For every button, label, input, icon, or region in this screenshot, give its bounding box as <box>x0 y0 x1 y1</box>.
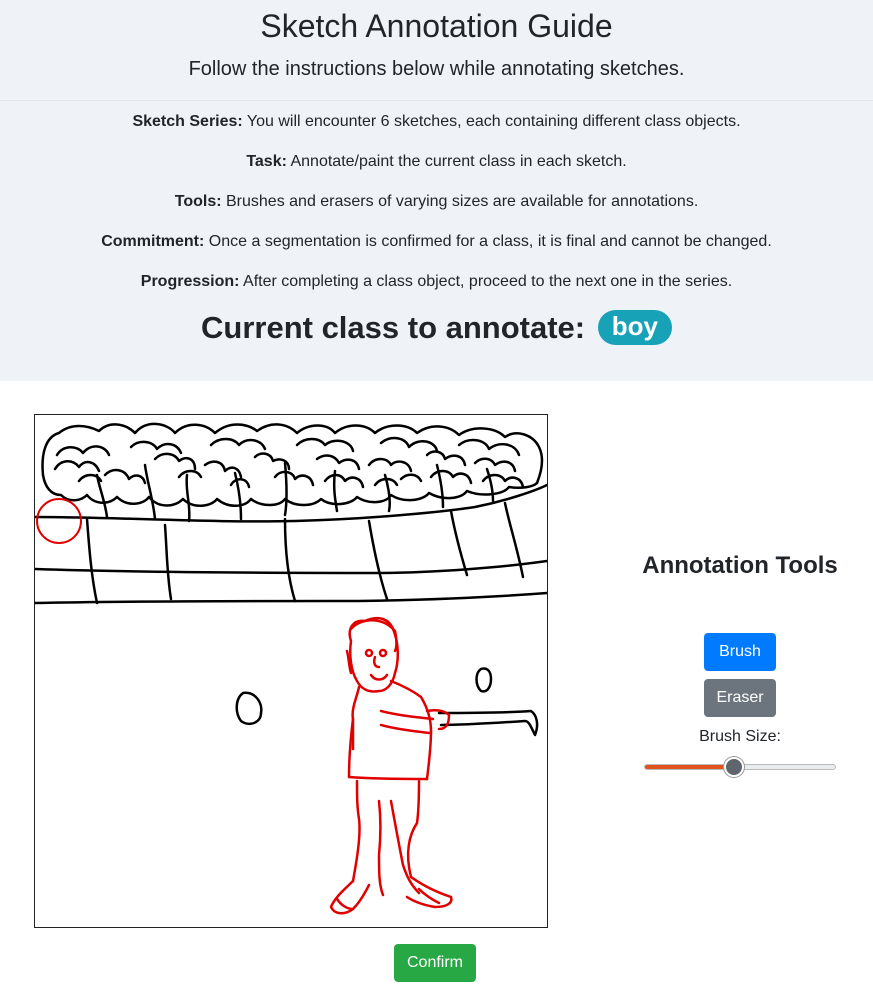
eraser-button[interactable]: Eraser <box>704 679 776 717</box>
instruction-sketch-series: Sketch Series: You will encounter 6 sket… <box>0 113 873 131</box>
instruction-text: Brushes and erasers of varying sizes are… <box>226 193 699 210</box>
brush-size-slider-thumb[interactable] <box>724 757 745 777</box>
annotation-tools-heading: Annotation Tools <box>642 552 838 579</box>
sketch-canvas[interactable] <box>34 414 548 928</box>
page-title: Sketch Annotation Guide <box>260 8 613 44</box>
sketch-background-lines <box>35 422 547 737</box>
instruction-label: Tools: <box>174 193 222 210</box>
current-class-heading: Current class to annotate: boy <box>0 310 873 346</box>
brush-button[interactable]: Brush <box>704 633 776 671</box>
instruction-text: Annotate/paint the current class in each… <box>290 153 627 170</box>
instruction-tools: Tools: Brushes and erasers of varying si… <box>0 193 873 211</box>
confirm-button[interactable]: Confirm <box>394 944 476 982</box>
instruction-progression: Progression: After completing a class ob… <box>0 273 873 291</box>
brush-size-label: Brush Size: <box>699 728 781 745</box>
instruction-text: You will encounter 6 sketches, each cont… <box>246 113 741 130</box>
brush-cursor-icon <box>36 498 82 544</box>
instruction-text: Once a segmentation is confirmed for a c… <box>208 233 772 250</box>
instruction-label: Commitment: <box>101 233 205 250</box>
instruction-text: After completing a class object, proceed… <box>243 273 733 290</box>
instruction-task: Task: Annotate/paint the current class i… <box>0 153 873 171</box>
boy-annotation <box>329 617 453 915</box>
current-class-badge: boy <box>597 310 672 345</box>
page-subtitle: Follow the instructions below while anno… <box>188 58 685 80</box>
instruction-label: Progression: <box>140 273 240 290</box>
sketch-drawing[interactable] <box>35 415 547 927</box>
instruction-commitment: Commitment: Once a segmentation is confi… <box>0 233 873 251</box>
instructions-panel: Sketch Annotation Guide Follow the instr… <box>0 0 873 381</box>
instruction-label: Task: <box>246 153 287 170</box>
brush-size-slider-fill <box>645 765 736 769</box>
divider <box>0 100 873 101</box>
instruction-label: Sketch Series: <box>132 113 243 130</box>
current-class-label: Current class to annotate: <box>201 310 586 345</box>
